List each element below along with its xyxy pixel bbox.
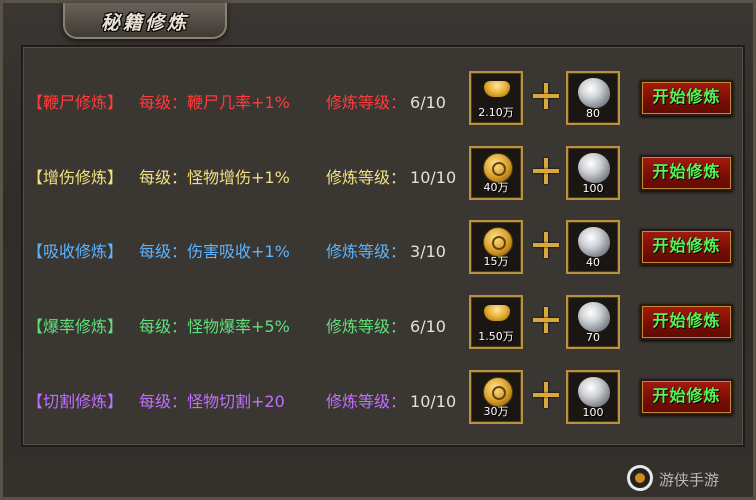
stone-cost-amount: 100 [582, 182, 604, 195]
plus-icon [533, 382, 559, 408]
cultivation-name: 【吸收修炼】 [27, 242, 124, 261]
stone-icon [578, 377, 610, 407]
cultivation-level: 修炼等级： 6/10 [326, 313, 446, 337]
gold-ingot-icon [484, 305, 510, 321]
window-title-tab: 秘籍修炼 [63, 3, 227, 39]
cultivation-row: 【爆率修炼】 每级：怪物爆率+5% 修炼等级： 6/10 1.50万 70 开始修… [23, 295, 743, 355]
per-level-effect: 每级：怪物切割+20 [139, 388, 285, 412]
cultivation-name: 【鞭尸修炼】 [27, 93, 124, 112]
level-label: 修炼等级： [326, 93, 407, 112]
start-cultivation-button[interactable]: 开始修炼 [640, 379, 733, 415]
stone-cost-amount: 40 [586, 256, 600, 269]
cultivation-row: 【切割修炼】 每级：怪物切割+20 修炼等级： 10/10 30万 100 开始修… [23, 370, 743, 430]
level-label: 修炼等级： [326, 392, 407, 411]
per-level-value: 怪物切割+20 [187, 392, 285, 411]
cultivation-name: 【切割修炼】 [27, 392, 124, 411]
start-cultivation-button[interactable]: 开始修炼 [640, 229, 733, 265]
plus-icon [533, 158, 559, 184]
stone-cost-slot[interactable]: 100 [566, 146, 620, 200]
level-label: 修炼等级： [326, 242, 407, 261]
cultivation-row: 【鞭尸修炼】 每级：鞭尸几率+1% 修炼等级： 6/10 2.10万 80 开始修… [23, 71, 743, 131]
gold-cost-slot[interactable]: 2.10万 [469, 71, 523, 125]
gold-cost-amount: 40万 [483, 181, 509, 194]
gold-cost-amount: 30万 [483, 405, 509, 418]
gold-cost-amount: 1.50万 [478, 330, 514, 343]
level-value: 6/10 [410, 93, 446, 112]
stone-icon [578, 153, 610, 183]
per-level-value: 伤害吸收+1% [187, 242, 290, 261]
start-cultivation-button[interactable]: 开始修炼 [640, 155, 733, 191]
cultivation-level: 修炼等级： 10/10 [326, 164, 456, 188]
stone-cost-slot[interactable]: 70 [566, 295, 620, 349]
gold-cost-slot[interactable]: 15万 [469, 220, 523, 274]
watermark-text: 游侠手游 [659, 471, 720, 489]
level-value: 3/10 [410, 242, 446, 261]
cultivation-level: 修炼等级： 10/10 [326, 388, 456, 412]
cultivation-row: 【增伤修炼】 每级：怪物增伤+1% 修炼等级： 10/10 40万 100 开始修… [23, 146, 743, 206]
stone-cost-slot[interactable]: 40 [566, 220, 620, 274]
stone-icon [578, 78, 610, 108]
level-value: 6/10 [410, 317, 446, 336]
gold-cost-slot[interactable]: 40万 [469, 146, 523, 200]
per-level-effect: 每级：怪物增伤+1% [139, 164, 290, 188]
plus-icon [533, 83, 559, 109]
per-level-effect: 每级：怪物爆率+5% [139, 313, 290, 337]
per-level-effect: 每级：伤害吸收+1% [139, 238, 290, 262]
gold-cost-amount: 15万 [483, 255, 509, 268]
stone-icon [578, 227, 610, 257]
gold-cost-slot[interactable]: 30万 [469, 370, 523, 424]
cultivation-window: 秘籍修炼 【鞭尸修炼】 每级：鞭尸几率+1% 修炼等级： 6/10 2.10万 8… [0, 0, 756, 500]
level-value: 10/10 [410, 392, 457, 411]
stone-icon [578, 302, 610, 332]
start-cultivation-button[interactable]: 开始修炼 [640, 80, 733, 116]
cultivation-name: 【爆率修炼】 [27, 317, 124, 336]
per-level-label: 每级： [139, 317, 188, 336]
gold-cost-amount: 2.10万 [478, 106, 514, 119]
logo-icon [627, 465, 653, 491]
per-level-effect: 每级：鞭尸几率+1% [139, 89, 290, 113]
per-level-value: 怪物增伤+1% [187, 168, 290, 187]
cultivation-row: 【吸收修炼】 每级：伤害吸收+1% 修炼等级： 3/10 15万 40 开始修炼 [23, 220, 743, 280]
window-title: 秘籍修炼 [100, 12, 189, 34]
cultivation-name: 【增伤修炼】 [27, 168, 124, 187]
gold-ingot-icon [484, 81, 510, 97]
stone-cost-slot[interactable]: 100 [566, 370, 620, 424]
level-label: 修炼等级： [326, 317, 407, 336]
per-level-label: 每级： [139, 168, 188, 187]
stone-cost-slot[interactable]: 80 [566, 71, 620, 125]
level-label: 修炼等级： [326, 168, 407, 187]
start-cultivation-button[interactable]: 开始修炼 [640, 304, 733, 340]
gold-cost-slot[interactable]: 1.50万 [469, 295, 523, 349]
site-watermark: 游侠手游 [627, 463, 747, 495]
stone-cost-amount: 70 [586, 331, 600, 344]
stone-cost-amount: 100 [582, 406, 604, 419]
level-value: 10/10 [410, 168, 457, 187]
stone-cost-amount: 80 [586, 107, 600, 120]
per-level-label: 每级： [139, 392, 188, 411]
cultivation-level: 修炼等级： 6/10 [326, 89, 446, 113]
per-level-value: 鞭尸几率+1% [187, 93, 290, 112]
cultivation-level: 修炼等级： 3/10 [326, 238, 446, 262]
per-level-label: 每级： [139, 242, 188, 261]
cultivation-list: 【鞭尸修炼】 每级：鞭尸几率+1% 修炼等级： 6/10 2.10万 80 开始修… [21, 45, 745, 447]
per-level-label: 每级： [139, 93, 188, 112]
per-level-value: 怪物爆率+5% [187, 317, 290, 336]
plus-icon [533, 232, 559, 258]
plus-icon [533, 307, 559, 333]
